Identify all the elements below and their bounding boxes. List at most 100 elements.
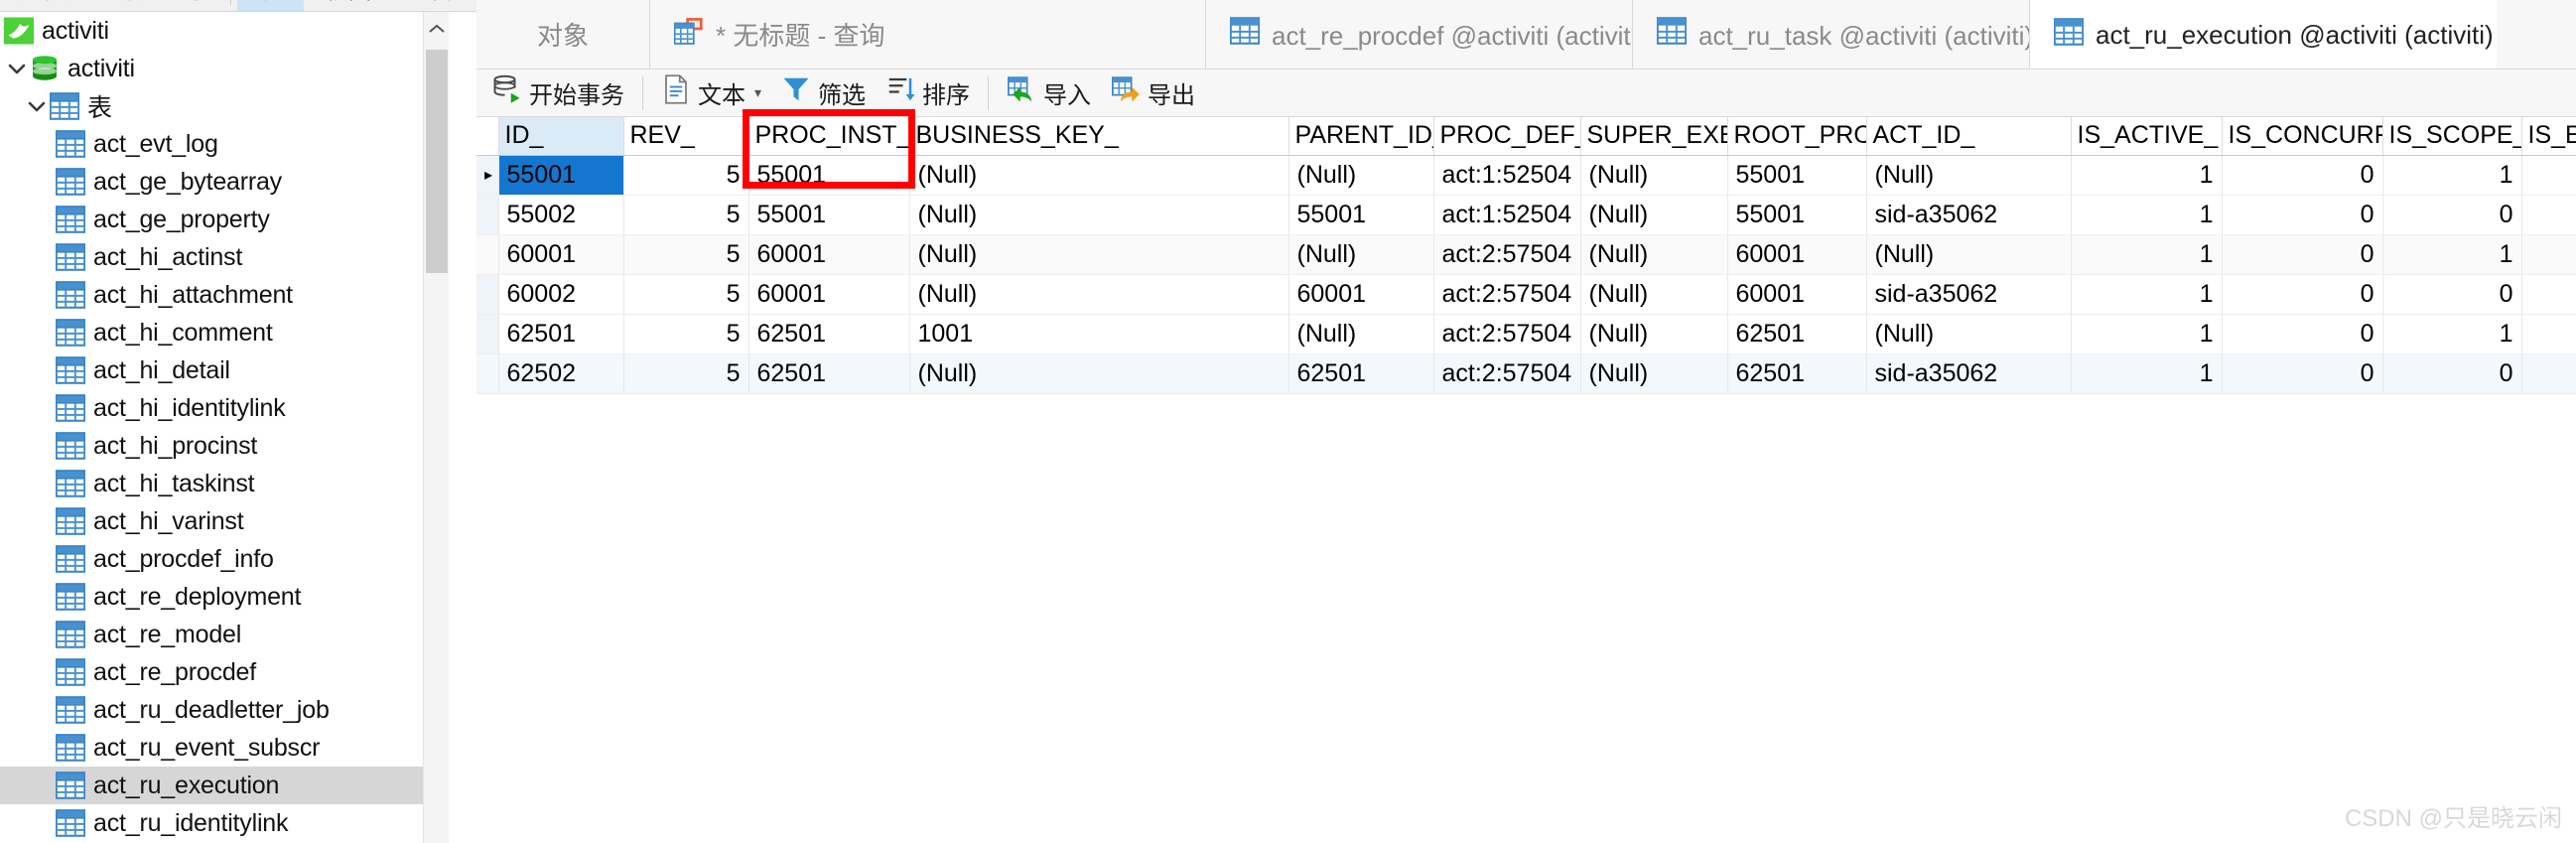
cell-SUPER_EXEC[interactable]: (Null) bbox=[1580, 314, 1728, 354]
object-tree-sidebar[interactable]: activiti activiti 表 act_evt_log act_ge_bytea… bbox=[0, 12, 449, 843]
cell-IS_ACTIVE_[interactable]: 1 bbox=[2071, 195, 2223, 235]
sidebar-table-act_hi_taskinst[interactable]: act_hi_taskinst bbox=[0, 465, 449, 502]
cell-REV_[interactable]: 5 bbox=[623, 155, 749, 196]
cell-PROC_DEF_I[interactable]: act:1:52504 bbox=[1433, 195, 1581, 235]
cell-PARENT_ID_[interactable]: 55001 bbox=[1288, 195, 1434, 235]
toolbar-button-排序[interactable]: 排序 bbox=[876, 71, 980, 115]
sidebar-table-act_evt_log[interactable]: act_evt_log bbox=[0, 125, 449, 163]
cell-PROC_DEF_I[interactable]: act:1:52504 bbox=[1433, 155, 1581, 196]
sidebar-table-act_ru_identitylink[interactable]: act_ru_identitylink bbox=[0, 804, 449, 842]
cell-IS_ACTIVE_[interactable]: 1 bbox=[2071, 155, 2223, 196]
cell-IS_ACTIVE_[interactable]: 1 bbox=[2071, 353, 2223, 394]
cell-IS_CONCURF[interactable]: 0 bbox=[2222, 195, 2383, 235]
sidebar-table-act_re_procdef[interactable]: act_re_procdef bbox=[0, 653, 449, 691]
toolbar-button-筛选[interactable]: 筛选 bbox=[771, 71, 876, 115]
sidebar-table-act_ru_execution[interactable]: act_ru_execution bbox=[0, 767, 449, 804]
cell-ID_[interactable]: 55001 bbox=[498, 155, 624, 196]
cell-ACT_ID_[interactable]: sid-a35062 bbox=[1866, 353, 2072, 394]
column-header-PROC_INST_[interactable]: PROC_INST_ bbox=[748, 117, 910, 156]
cell-ACT_ID_[interactable]: sid-a35062 bbox=[1866, 195, 2072, 235]
menu-item-5[interactable]: 函数 bbox=[393, 0, 482, 11]
cell-BUSINESS_KEY_[interactable]: (Null) bbox=[909, 155, 1289, 196]
cell-REV_[interactable]: 5 bbox=[623, 314, 749, 354]
tree-group-tables[interactable]: 表 bbox=[0, 87, 449, 125]
cell-BUSINESS_KEY_[interactable]: (Null) bbox=[909, 353, 1289, 394]
sidebar-table-act_hi_actinst[interactable]: act_hi_actinst bbox=[0, 238, 449, 276]
cell-SUPER_EXEC[interactable]: (Null) bbox=[1580, 195, 1728, 235]
column-header-IS_EVENT_SC[interactable]: IS_EVENT_SC bbox=[2521, 117, 2576, 156]
sidebar-table-act_re_model[interactable]: act_re_model bbox=[0, 616, 449, 653]
cell-BUSINESS_KEY_[interactable]: (Null) bbox=[909, 274, 1289, 315]
cell-REV_[interactable]: 5 bbox=[623, 274, 749, 315]
cell-IS_SCOPE_[interactable]: 0 bbox=[2382, 195, 2522, 235]
tree-database-activiti[interactable]: activiti bbox=[0, 50, 449, 87]
cell-ACT_ID_[interactable]: sid-a35062 bbox=[1866, 274, 2072, 315]
toolbar-button-导入[interactable]: 导入 bbox=[997, 71, 1101, 115]
editor-tab-1[interactable]: * 无标题 - 查询 bbox=[650, 0, 1206, 69]
sidebar-table-act_ru_event_subscr[interactable]: act_ru_event_subscr bbox=[0, 729, 449, 767]
toolbar-button-文本[interactable]: 文本 ▾ bbox=[651, 71, 771, 115]
cell-ROOT_PROC[interactable]: 60001 bbox=[1727, 234, 1867, 275]
cell-ID_[interactable]: 62502 bbox=[498, 353, 624, 394]
column-header-PROC_DEF_I[interactable]: PROC_DEF_I bbox=[1433, 117, 1581, 156]
sidebar-table-act_procdef_info[interactable]: act_procdef_info bbox=[0, 540, 449, 578]
cell-ROOT_PROC[interactable]: 62501 bbox=[1727, 314, 1867, 354]
cell-PROC_INST_[interactable]: 55001 bbox=[748, 195, 910, 235]
cell-PROC_DEF_I[interactable]: act:2:57504 bbox=[1433, 314, 1581, 354]
sidebar-table-act_hi_varinst[interactable]: act_hi_varinst bbox=[0, 502, 449, 540]
data-grid[interactable]: ID_ REV_ PROC_INST_ BUSINESS_KEY_ PARENT_ID_… bbox=[476, 117, 2576, 843]
cell-IS_ACTIVE_[interactable]: 1 bbox=[2071, 314, 2223, 354]
cell-ACT_ID_[interactable]: (Null) bbox=[1866, 155, 2072, 196]
cell-PARENT_ID_[interactable]: 62501 bbox=[1288, 353, 1434, 394]
cell-ROOT_PROC[interactable]: 55001 bbox=[1727, 195, 1867, 235]
cell-BUSINESS_KEY_[interactable]: (Null) bbox=[909, 234, 1289, 275]
sidebar-table-act_hi_attachment[interactable]: act_hi_attachment bbox=[0, 276, 449, 314]
column-header-BUSINESS_KEY_[interactable]: BUSINESS_KEY_ bbox=[909, 117, 1289, 156]
sidebar-table-act_ge_bytearray[interactable]: act_ge_bytearray bbox=[0, 163, 449, 201]
cell-IS_SCOPE_[interactable]: 1 bbox=[2382, 155, 2522, 196]
sidebar-table-act_re_deployment[interactable]: act_re_deployment bbox=[0, 578, 449, 616]
cell-BUSINESS_KEY_[interactable]: 1001 bbox=[909, 314, 1289, 354]
cell-REV_[interactable]: 5 bbox=[623, 234, 749, 275]
editor-tab-2[interactable]: act_re_procdef @activiti (activiti) - 表 bbox=[1206, 0, 1633, 69]
cell-ID_[interactable]: 60001 bbox=[498, 234, 624, 275]
cell-PARENT_ID_[interactable]: (Null) bbox=[1288, 155, 1434, 196]
scroll-up-icon[interactable] bbox=[424, 12, 449, 46]
table-row[interactable]: 55002 5 55001 (Null) 55001 act:1:52504 (Null) 5… bbox=[476, 195, 2576, 235]
cell-PROC_INST_[interactable]: 60001 bbox=[748, 234, 910, 275]
cell-PROC_DEF_I[interactable]: act:2:57504 bbox=[1433, 274, 1581, 315]
menu-item-1[interactable]: 连接 bbox=[0, 0, 89, 11]
cell-IS_SCOPE_[interactable]: 1 bbox=[2382, 234, 2522, 275]
cell-PROC_INST_[interactable]: 55001 bbox=[748, 155, 910, 196]
cell-SUPER_EXEC[interactable]: (Null) bbox=[1580, 353, 1728, 394]
sidebar-table-act_hi_detail[interactable]: act_hi_detail bbox=[0, 351, 449, 389]
cell-PARENT_ID_[interactable]: 60001 bbox=[1288, 274, 1434, 315]
cell-IS_EVENT_SC[interactable]: 0 bbox=[2521, 195, 2576, 235]
cell-PROC_INST_[interactable]: 60001 bbox=[748, 274, 910, 315]
cell-IS_SCOPE_[interactable]: 0 bbox=[2382, 353, 2522, 394]
toolbar-button-导出[interactable]: 导出 bbox=[1101, 71, 1205, 115]
cell-IS_CONCURF[interactable]: 0 bbox=[2222, 155, 2383, 196]
menu-item-2[interactable]: 新建查询 bbox=[89, 0, 224, 11]
cell-IS_EVENT_SC[interactable]: 0 bbox=[2521, 234, 2576, 275]
sidebar-table-act_ru_deadletter_job[interactable]: act_ru_deadletter_job bbox=[0, 691, 449, 729]
cell-ROOT_PROC[interactable]: 60001 bbox=[1727, 274, 1867, 315]
tab-objects[interactable]: 对象 bbox=[476, 0, 650, 69]
column-header-IS_CONCURF[interactable]: IS_CONCURF bbox=[2222, 117, 2383, 156]
cell-ID_[interactable]: 55002 bbox=[498, 195, 624, 235]
cell-ACT_ID_[interactable]: (Null) bbox=[1866, 234, 2072, 275]
sidebar-scrollbar[interactable] bbox=[423, 12, 449, 843]
sidebar-table-act_hi_comment[interactable]: act_hi_comment bbox=[0, 314, 449, 351]
chevron-down-icon[interactable]: ▾ bbox=[754, 84, 761, 101]
cell-IS_CONCURF[interactable]: 0 bbox=[2222, 234, 2383, 275]
column-header-REV_[interactable]: REV_ bbox=[623, 117, 749, 156]
column-header-ID_[interactable]: ID_ bbox=[498, 117, 624, 156]
column-header-ROOT_PROC[interactable]: ROOT_PROC bbox=[1727, 117, 1867, 156]
table-row[interactable]: ▸ 55001 5 55001 (Null) (Null) act:1:52504 (Null… bbox=[476, 155, 2576, 196]
chevron-down-icon[interactable] bbox=[4, 56, 30, 81]
cell-SUPER_EXEC[interactable]: (Null) bbox=[1580, 155, 1728, 196]
cell-REV_[interactable]: 5 bbox=[623, 353, 749, 394]
cell-PARENT_ID_[interactable]: (Null) bbox=[1288, 234, 1434, 275]
cell-IS_ACTIVE_[interactable]: 1 bbox=[2071, 274, 2223, 315]
column-header-PARENT_ID_[interactable]: PARENT_ID_ bbox=[1288, 117, 1434, 156]
